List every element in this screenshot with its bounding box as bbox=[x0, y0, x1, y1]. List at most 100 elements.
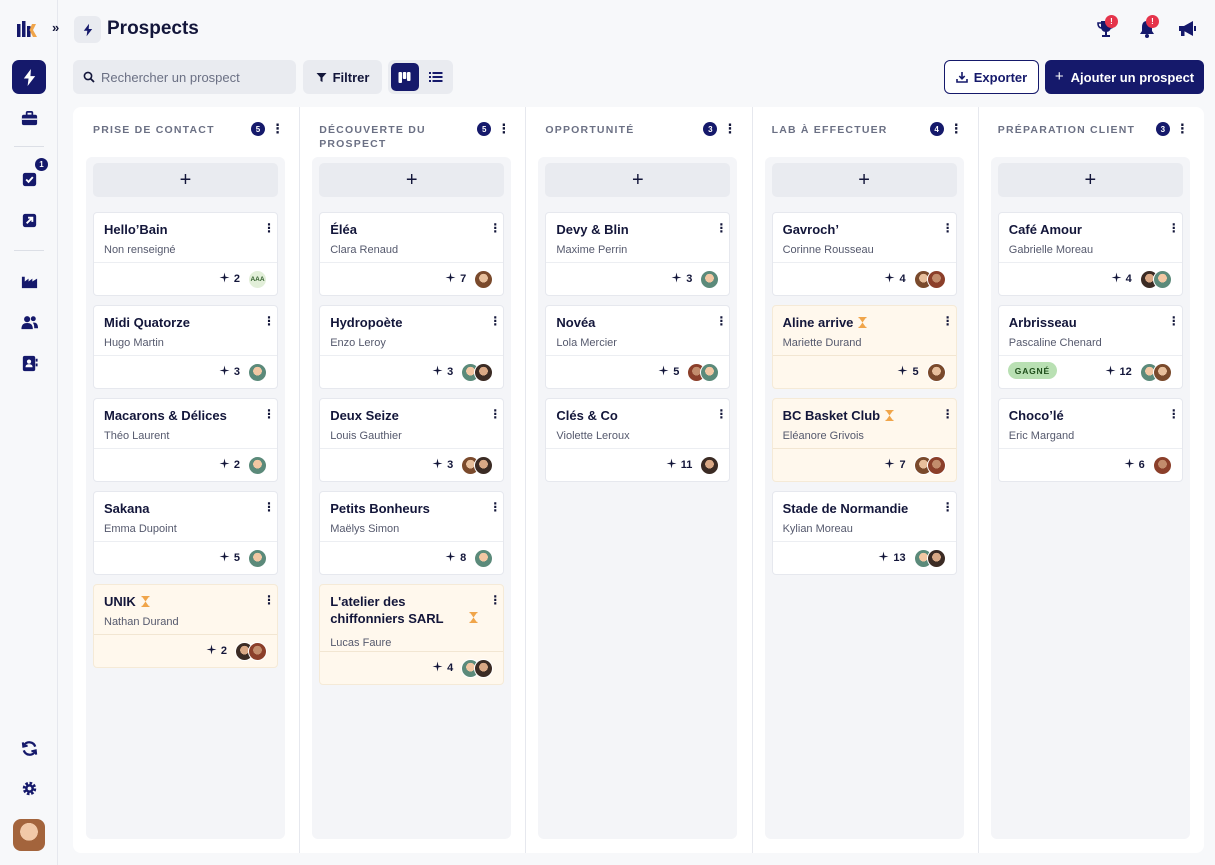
prospect-card[interactable]: Choco’lé ⋮ Eric Margand 6 bbox=[997, 398, 1183, 482]
avatar[interactable] bbox=[248, 362, 267, 382]
list-view-button[interactable] bbox=[423, 63, 451, 91]
activity-count: 4 bbox=[447, 662, 454, 674]
sidebar-item-companies[interactable] bbox=[12, 264, 46, 298]
prospect-card[interactable]: Hello’Bain ⋮ Non renseigné 2 AAA bbox=[93, 212, 278, 296]
assignee-avatars bbox=[248, 455, 267, 475]
filter-button[interactable]: Filtrer bbox=[303, 60, 382, 94]
avatar[interactable] bbox=[1152, 455, 1172, 475]
prospect-card[interactable]: Gavroch’ ⋮ Corinne Rousseau 4 bbox=[771, 212, 957, 296]
add-card-button[interactable]: + bbox=[545, 163, 731, 197]
add-card-button[interactable]: + bbox=[93, 163, 278, 197]
sidebar-item-contacts[interactable] bbox=[12, 305, 46, 339]
prospect-name: Arbrisseau bbox=[1009, 314, 1159, 331]
card-menu-icon[interactable]: ⋮ bbox=[489, 315, 501, 327]
search-box[interactable] bbox=[73, 60, 296, 94]
sidebar-item-prospects[interactable] bbox=[12, 60, 46, 94]
card-menu-icon[interactable]: ⋮ bbox=[942, 222, 954, 234]
add-prospect-button[interactable]: + Ajouter un prospect bbox=[1045, 60, 1204, 94]
card-menu-icon[interactable]: ⋮ bbox=[263, 315, 275, 327]
card-menu-icon[interactable]: ⋮ bbox=[1168, 408, 1180, 420]
prospect-card[interactable]: BC Basket Club ⋮ Eléanore Grivois 7 bbox=[771, 398, 957, 482]
prospect-name: Midi Quatorze bbox=[104, 314, 254, 331]
sidebar-item-settings[interactable] bbox=[12, 771, 46, 805]
card-menu-icon[interactable]: ⋮ bbox=[942, 408, 954, 420]
avatar[interactable] bbox=[926, 548, 946, 568]
megaphone-icon[interactable] bbox=[1176, 18, 1198, 40]
card-menu-icon[interactable]: ⋮ bbox=[942, 501, 954, 513]
prospect-contact: Enzo Leroy bbox=[330, 337, 386, 349]
card-menu-icon[interactable]: ⋮ bbox=[489, 222, 501, 234]
prospect-card[interactable]: Stade de Normandie ⋮ Kylian Moreau 13 bbox=[771, 491, 957, 575]
avatar[interactable] bbox=[926, 455, 946, 475]
avatar[interactable] bbox=[248, 548, 267, 568]
card-footer: 2 AAA bbox=[94, 262, 277, 295]
app-logo-icon[interactable] bbox=[17, 20, 41, 38]
avatar[interactable] bbox=[474, 548, 494, 568]
export-button[interactable]: Exporter bbox=[944, 60, 1039, 94]
avatar[interactable] bbox=[474, 362, 494, 382]
column-menu-icon[interactable]: ⋮ bbox=[271, 121, 284, 137]
prospect-card[interactable]: Deux Seize ⋮ Louis Gauthier 3 bbox=[319, 398, 505, 482]
prospect-card[interactable]: L'atelier des chiffonniers SARL ⋮ Lucas Fa… bbox=[319, 584, 505, 685]
prospect-card[interactable]: Éléa ⋮ Clara Renaud 7 bbox=[319, 212, 505, 296]
card-menu-icon[interactable]: ⋮ bbox=[942, 315, 954, 327]
column-menu-icon[interactable]: ⋮ bbox=[497, 121, 510, 137]
expand-sidebar-icon[interactable]: » bbox=[52, 20, 66, 38]
card-menu-icon[interactable]: ⋮ bbox=[263, 501, 275, 513]
prospect-contact: Non renseigné bbox=[104, 244, 176, 256]
column-menu-icon[interactable]: ⋮ bbox=[950, 121, 963, 137]
search-input[interactable] bbox=[101, 69, 281, 85]
card-menu-icon[interactable]: ⋮ bbox=[489, 594, 501, 606]
avatar[interactable] bbox=[474, 455, 494, 475]
add-card-button[interactable]: + bbox=[319, 163, 505, 197]
card-menu-icon[interactable]: ⋮ bbox=[489, 408, 501, 420]
avatar[interactable] bbox=[248, 641, 267, 661]
card-menu-icon[interactable]: ⋮ bbox=[715, 315, 727, 327]
card-menu-icon[interactable]: ⋮ bbox=[263, 408, 275, 420]
card-menu-icon[interactable]: ⋮ bbox=[263, 594, 275, 606]
column-menu-icon[interactable]: ⋮ bbox=[723, 121, 736, 137]
prospect-card[interactable]: UNIK ⋮ Nathan Durand 2 bbox=[93, 584, 278, 668]
prospect-card[interactable]: Aline arrive ⋮ Mariette Durand 5 bbox=[771, 305, 957, 389]
add-card-button[interactable]: + bbox=[771, 163, 957, 197]
avatar[interactable] bbox=[700, 269, 720, 289]
sidebar-item-opportunities[interactable] bbox=[12, 203, 46, 237]
card-menu-icon[interactable]: ⋮ bbox=[263, 222, 275, 234]
avatar[interactable] bbox=[474, 658, 494, 678]
avatar[interactable] bbox=[926, 362, 946, 382]
prospect-card[interactable]: Novéa ⋮ Lola Mercier 5 bbox=[545, 305, 731, 389]
prospect-card[interactable]: Midi Quatorze ⋮ Hugo Martin 3 bbox=[93, 305, 278, 389]
prospect-card[interactable]: Arbrisseau ⋮ Pascaline Chenard GAGNÉ 12 bbox=[997, 305, 1183, 389]
avatar[interactable] bbox=[926, 269, 946, 289]
prospect-card[interactable]: Macarons & Délices ⋮ Théo Laurent 2 bbox=[93, 398, 278, 482]
sidebar-item-sync[interactable] bbox=[12, 731, 46, 765]
kanban-view-button[interactable] bbox=[391, 63, 419, 91]
prospect-card[interactable]: Clés & Co ⋮ Violette Leroux 11 bbox=[545, 398, 731, 482]
sidebar-item-directory[interactable] bbox=[12, 346, 46, 380]
card-menu-icon[interactable]: ⋮ bbox=[715, 222, 727, 234]
card-menu-icon[interactable]: ⋮ bbox=[1168, 222, 1180, 234]
prospect-card[interactable]: Sakana ⋮ Emma Dupoint 5 bbox=[93, 491, 278, 575]
sparkle-icon bbox=[1105, 365, 1116, 379]
user-avatar[interactable] bbox=[13, 819, 45, 851]
prospect-card[interactable]: Café Amour ⋮ Gabrielle Moreau 4 bbox=[997, 212, 1183, 296]
card-menu-icon[interactable]: ⋮ bbox=[1168, 315, 1180, 327]
avatar[interactable] bbox=[474, 269, 494, 289]
avatar-initials[interactable]: AAA bbox=[248, 269, 267, 289]
add-card-button[interactable]: + bbox=[997, 163, 1183, 197]
avatar[interactable] bbox=[1152, 362, 1172, 382]
avatar[interactable] bbox=[700, 455, 720, 475]
avatar[interactable] bbox=[700, 362, 720, 382]
card-menu-icon[interactable]: ⋮ bbox=[715, 408, 727, 420]
sparkle-icon bbox=[658, 365, 669, 379]
prospect-card[interactable]: Hydropoète ⋮ Enzo Leroy 3 bbox=[319, 305, 505, 389]
avatar[interactable] bbox=[1152, 269, 1172, 289]
prospect-name: Macarons & Délices bbox=[104, 407, 254, 424]
card-meta: 4 bbox=[432, 658, 494, 678]
prospect-card[interactable]: Devy & Blin ⋮ Maxime Perrin 3 bbox=[545, 212, 731, 296]
sidebar-item-deals[interactable] bbox=[12, 101, 46, 135]
prospect-card[interactable]: Petits Bonheurs ⋮ Maëlys Simon 8 bbox=[319, 491, 505, 575]
column-menu-icon[interactable]: ⋮ bbox=[1176, 121, 1189, 137]
card-menu-icon[interactable]: ⋮ bbox=[489, 501, 501, 513]
avatar[interactable] bbox=[248, 455, 267, 475]
